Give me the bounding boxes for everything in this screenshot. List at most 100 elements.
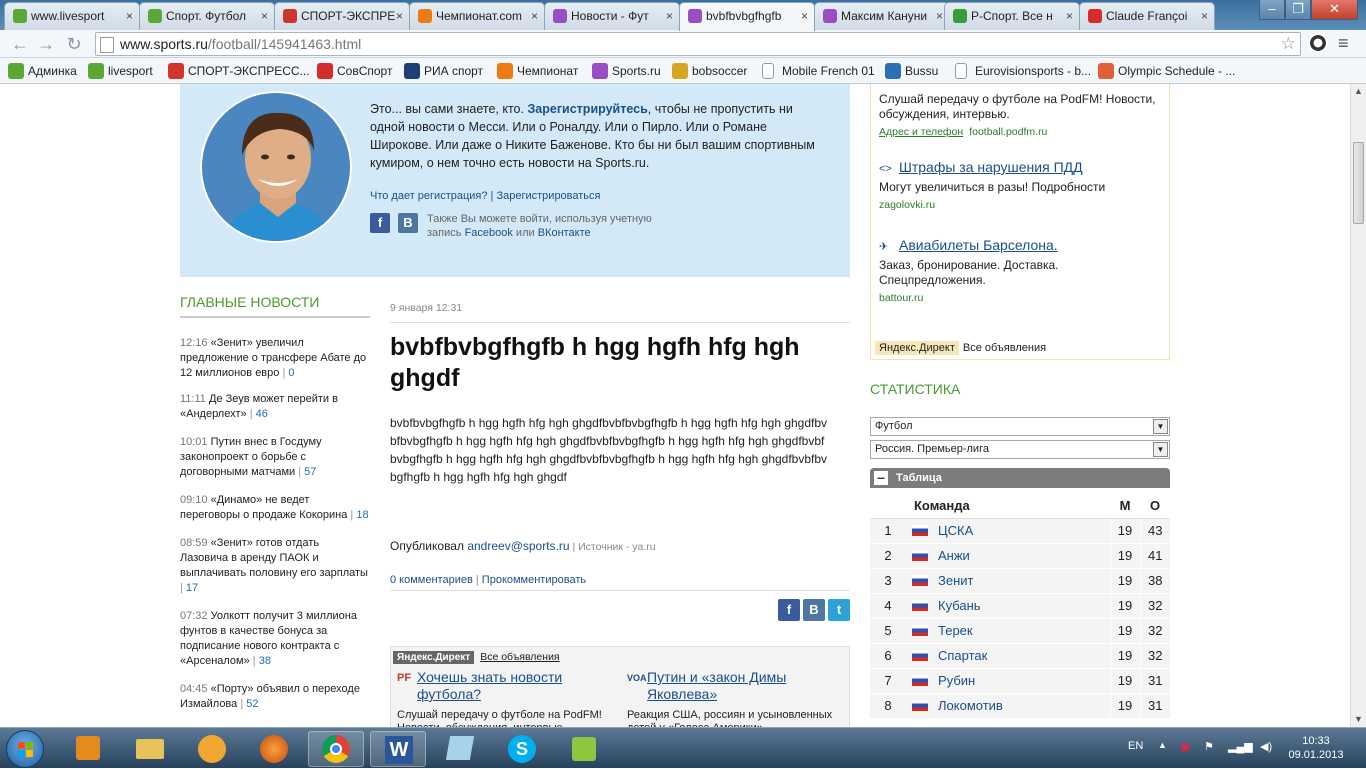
- comments-count-link[interactable]: 0 комментариев: [390, 574, 473, 586]
- close-tab-icon[interactable]: ×: [1066, 3, 1073, 29]
- news-item[interactable]: 11:11 Де Зеув может перейти в «Андерлехт…: [180, 392, 370, 422]
- bookmark-item[interactable]: Админка: [8, 62, 77, 80]
- vk-link[interactable]: ВКонтакте: [538, 227, 591, 239]
- ad-item[interactable]: PF Хочешь знать новости футбола? Слушай п…: [397, 669, 612, 727]
- minimize-button[interactable]: –: [1259, 0, 1285, 20]
- scrollbar-thumb[interactable]: [1353, 142, 1364, 224]
- browser-tab[interactable]: Новости - Фут ×: [544, 2, 680, 30]
- add-comment-link[interactable]: Прокомментировать: [482, 574, 586, 586]
- all-ads-link[interactable]: Все объявления: [480, 651, 559, 663]
- team-cell[interactable]: Локомотив: [906, 693, 1110, 719]
- extension-icon[interactable]: [1308, 33, 1328, 53]
- col-matches[interactable]: М: [1110, 494, 1140, 519]
- team-name[interactable]: Кубань: [938, 598, 981, 613]
- news-item[interactable]: 07:32 Уолкотт получит 3 миллиона фунтов …: [180, 609, 370, 669]
- team-name[interactable]: Спартак: [938, 648, 987, 663]
- col-points[interactable]: О: [1140, 494, 1170, 519]
- register-link[interactable]: Зарегистрируйтесь: [527, 102, 647, 116]
- bookmark-item[interactable]: СПОРТ-ЭКСПРЕСС...: [168, 62, 310, 80]
- news-comments-count[interactable]: 0: [288, 367, 294, 379]
- news-comments-count[interactable]: 57: [304, 466, 316, 478]
- restore-button[interactable]: ❐: [1285, 0, 1311, 20]
- explorer-icon[interactable]: [122, 731, 178, 767]
- bookmark-item[interactable]: Bussu: [885, 62, 938, 80]
- ad-item[interactable]: <> Штрафы за нарушения ПДД Могут увеличит…: [879, 158, 1164, 211]
- sport-select[interactable]: Футбол ▼: [870, 417, 1170, 436]
- chrome-icon[interactable]: [308, 731, 364, 767]
- word-icon[interactable]: W: [370, 731, 426, 767]
- language-indicator[interactable]: EN: [1128, 740, 1143, 752]
- browser-tab[interactable]: Чемпионат.com ×: [409, 2, 545, 30]
- vk-icon[interactable]: B: [398, 213, 418, 233]
- ad-item[interactable]: ✈ Авиабилеты Барселона. Заказ, бронирован…: [879, 236, 1164, 304]
- ad-item[interactable]: VOA Путин и «закон Димы Яковлева» Реакция…: [627, 669, 842, 727]
- news-comments-count[interactable]: 18: [356, 509, 368, 521]
- network-app-icon[interactable]: [556, 731, 612, 767]
- team-cell[interactable]: Анжи: [906, 543, 1110, 569]
- wrench-menu-icon[interactable]: ≡: [1338, 33, 1349, 54]
- volume-icon[interactable]: ◀): [1260, 740, 1272, 753]
- star-icon[interactable]: ☆: [1281, 34, 1296, 54]
- author-link[interactable]: andreev@sports.ru: [467, 539, 569, 553]
- browser-tab[interactable]: www.livesport ×: [4, 2, 140, 30]
- col-team[interactable]: Команда: [906, 494, 1110, 519]
- forward-button[interactable]: →: [36, 34, 56, 54]
- start-button[interactable]: [6, 730, 44, 768]
- bookmark-item[interactable]: bobsoccer: [672, 62, 747, 80]
- tray-expand-icon[interactable]: ▲: [1158, 740, 1167, 750]
- team-name[interactable]: ЦСКА: [938, 523, 973, 538]
- close-tab-icon[interactable]: ×: [531, 3, 538, 29]
- system-clock[interactable]: 10:33 09.01.2013: [1286, 734, 1346, 762]
- reload-button[interactable]: ↻: [64, 34, 84, 54]
- back-button[interactable]: ←: [10, 34, 30, 54]
- bookmark-item[interactable]: Sports.ru: [592, 62, 661, 80]
- scroll-down-icon[interactable]: ▼: [1354, 714, 1363, 724]
- scroll-up-icon[interactable]: ▲: [1354, 86, 1363, 96]
- news-item[interactable]: 08:59 «Зенит» готов отдать Лазовича в ар…: [180, 536, 370, 596]
- network-icon[interactable]: ▂▄▆: [1228, 740, 1253, 753]
- team-name[interactable]: Рубин: [938, 673, 975, 688]
- close-window-button[interactable]: ✕: [1311, 0, 1358, 20]
- share-facebook-icon[interactable]: f: [778, 599, 800, 621]
- register-button[interactable]: Зарегистрироваться: [496, 190, 600, 202]
- bookmark-item[interactable]: Чемпионат: [497, 62, 578, 80]
- close-tab-icon[interactable]: ×: [1201, 3, 1208, 29]
- news-headline[interactable]: «Зенит» готов отдать Лазовича в аренду П…: [180, 537, 368, 579]
- share-twitter-icon[interactable]: t: [828, 599, 850, 621]
- team-cell[interactable]: Зенит: [906, 568, 1110, 594]
- what-registration-link[interactable]: Что дает регистрация?: [370, 190, 488, 202]
- browser-tab[interactable]: СПОРТ-ЭКСПРЕ ×: [274, 2, 410, 30]
- bookmark-item[interactable]: Eurovisionsports - b...: [955, 62, 1091, 80]
- tray-app-icon[interactable]: ▣: [1180, 740, 1190, 753]
- team-cell[interactable]: Спартак: [906, 643, 1110, 669]
- news-headline[interactable]: «Зенит» увеличил предложение о трансфере…: [180, 337, 366, 379]
- team-name[interactable]: Терек: [938, 623, 973, 638]
- browser-tab[interactable]: bvbfbvbgfhgfb ×: [679, 2, 815, 31]
- aimp-icon[interactable]: [184, 731, 240, 767]
- team-cell[interactable]: ЦСКА: [906, 518, 1110, 544]
- ad-item[interactable]: Слушай передачу о футболе на PodFM! Ново…: [879, 92, 1164, 138]
- bookmark-item[interactable]: livesport: [88, 62, 153, 80]
- bookmark-item[interactable]: Mobile French 01: [762, 62, 875, 80]
- team-name[interactable]: Локомотив: [938, 698, 1003, 713]
- facebook-icon[interactable]: f: [370, 213, 390, 233]
- team-name[interactable]: Зенит: [938, 573, 973, 588]
- news-comments-count[interactable]: 52: [246, 698, 258, 710]
- news-item[interactable]: 12:16 «Зенит» увеличил предложение о тра…: [180, 336, 370, 381]
- news-comments-count[interactable]: 17: [186, 582, 198, 594]
- address-bar[interactable]: www.sports.ru/football/145941463.html ☆: [95, 32, 1301, 56]
- news-comments-count[interactable]: 38: [259, 655, 271, 667]
- skype-icon[interactable]: S: [494, 731, 550, 767]
- browser-tab[interactable]: Спорт. Футбол ×: [139, 2, 275, 30]
- team-cell[interactable]: Рубин: [906, 668, 1110, 694]
- media-player-icon[interactable]: [60, 731, 116, 767]
- close-tab-icon[interactable]: ×: [126, 3, 133, 29]
- close-tab-icon[interactable]: ×: [801, 3, 808, 29]
- team-name[interactable]: Анжи: [938, 548, 970, 563]
- news-item[interactable]: 10:01 Путин внес в Госдуму законопроект …: [180, 435, 370, 480]
- team-cell[interactable]: Кубань: [906, 593, 1110, 619]
- close-tab-icon[interactable]: ×: [936, 3, 943, 29]
- browser-tab[interactable]: Claude Françoi ×: [1079, 2, 1215, 30]
- browser-tab[interactable]: Р-Спорт. Все н ×: [944, 2, 1080, 30]
- close-tab-icon[interactable]: ×: [666, 3, 673, 29]
